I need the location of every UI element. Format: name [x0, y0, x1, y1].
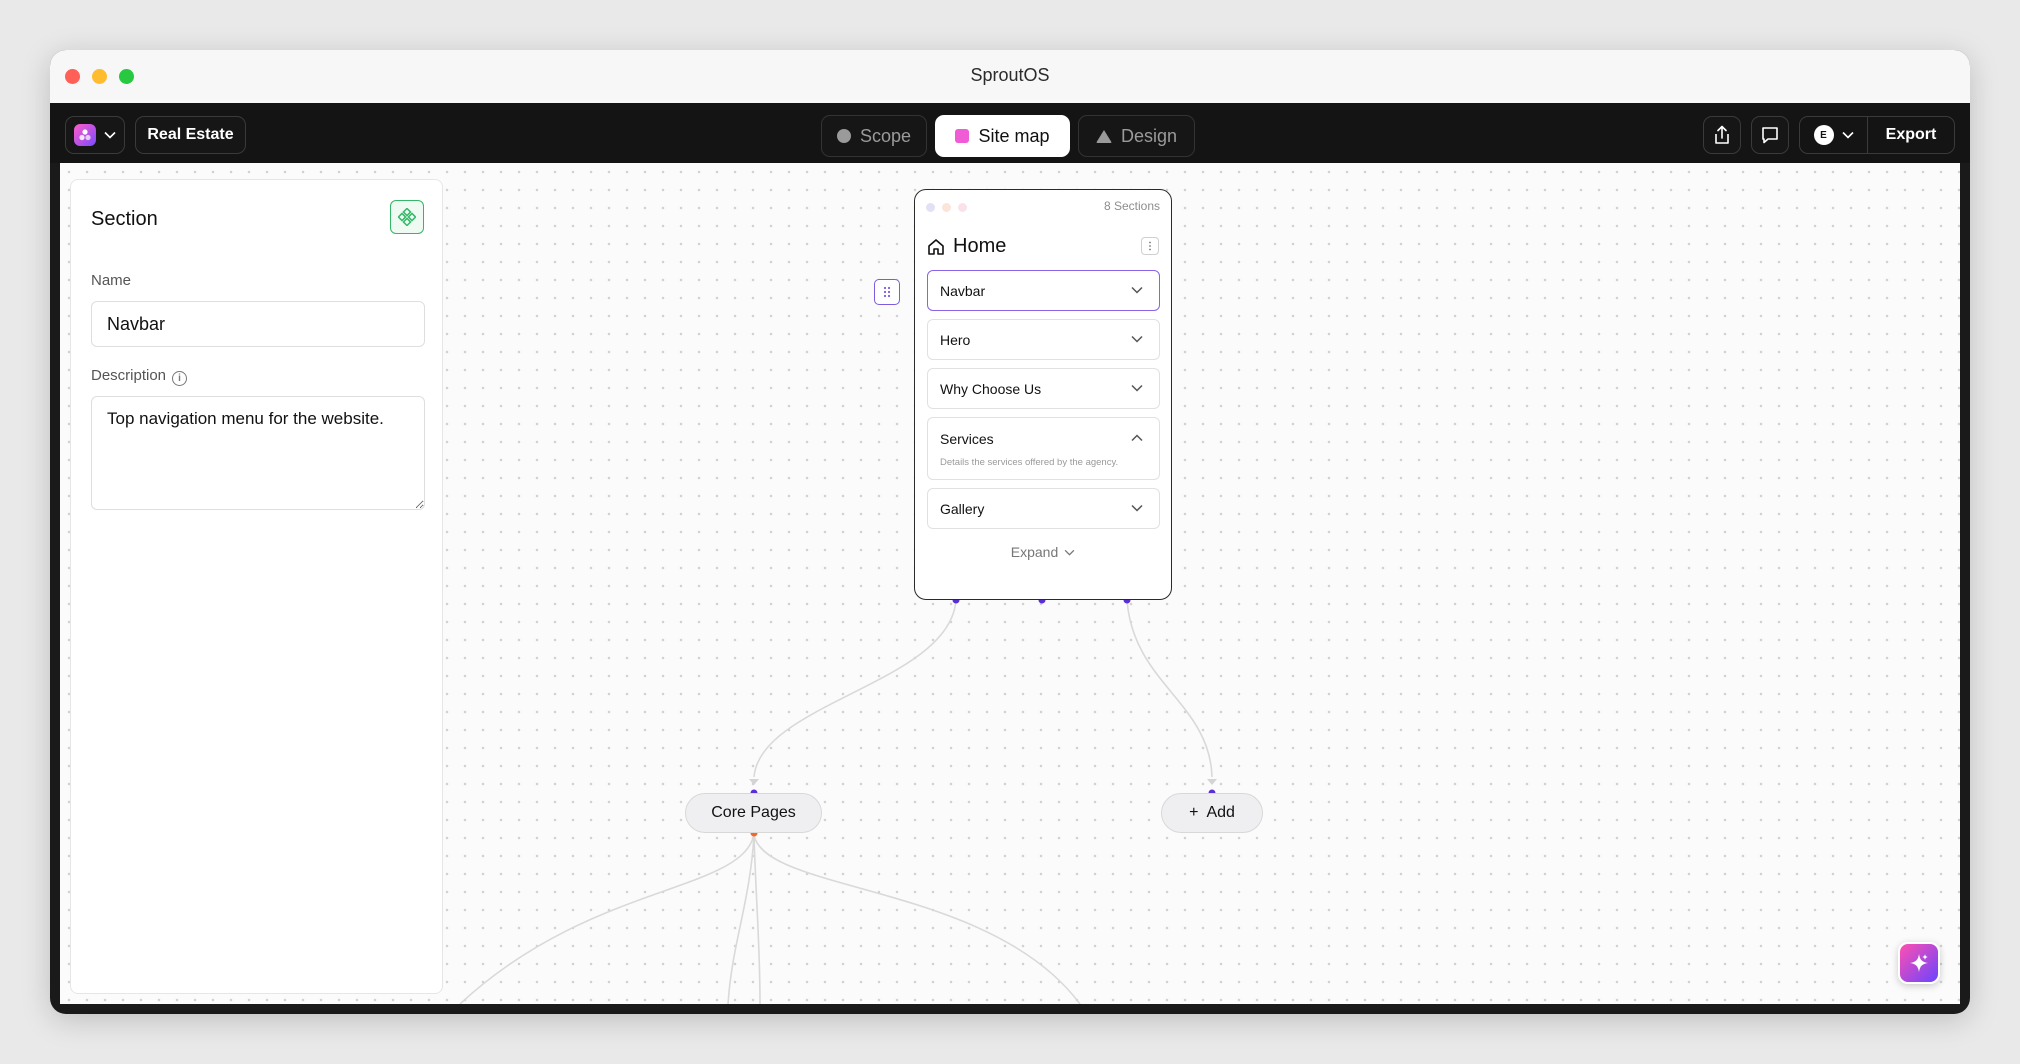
- node-label: Core Pages: [711, 804, 796, 821]
- section-description: Details the services offered by the agen…: [940, 457, 1119, 468]
- share-button[interactable]: [1703, 116, 1741, 154]
- section-properties-panel: Section Name Description i Top navigation…: [70, 179, 443, 994]
- share-icon: [1715, 125, 1729, 144]
- comments-button[interactable]: [1751, 116, 1789, 154]
- connector-home-core: [753, 599, 957, 778]
- arrow-marker: [749, 779, 759, 785]
- name-label: Name: [91, 272, 132, 289]
- circle-icon: [836, 129, 851, 143]
- section-item-services[interactable]: Services Details the services offered by…: [927, 417, 1160, 480]
- arrow-marker: [1207, 779, 1217, 785]
- section-label: Hero: [940, 332, 971, 348]
- tab-label: Scope: [859, 125, 912, 146]
- export-button[interactable]: Export: [1868, 117, 1954, 153]
- chevron-down-icon: [104, 131, 116, 139]
- title-bar: SproutOS: [50, 50, 1970, 104]
- connector-core-child: [727, 834, 755, 1004]
- comment-icon: [1762, 127, 1778, 144]
- section-label: Gallery: [940, 501, 985, 517]
- section-label: Navbar: [940, 283, 986, 299]
- section-label: Why Choose Us: [940, 381, 1042, 397]
- chevron-down-icon[interactable]: [1131, 384, 1143, 392]
- node-label: Add: [1206, 804, 1235, 821]
- connector-core-child: [459, 834, 755, 1004]
- section-item-why-choose-us[interactable]: Why Choose Us: [927, 368, 1160, 409]
- chevron-down-icon[interactable]: [1131, 504, 1143, 512]
- more-vertical-icon: [1149, 241, 1151, 251]
- top-toolbar: Real Estate Scope Site map Design E Expo…: [50, 103, 1970, 163]
- page-title: Home: [953, 235, 1007, 257]
- description-field[interactable]: Top navigation menu for the website.: [91, 396, 425, 510]
- sprout-logo-icon: [74, 124, 96, 146]
- ai-assistant-button[interactable]: [1898, 942, 1940, 984]
- description-label-row: Description i: [91, 367, 188, 386]
- add-node-button[interactable]: + Add: [1161, 793, 1263, 833]
- description-label: Description: [91, 367, 167, 384]
- card-dot: [958, 203, 967, 212]
- section-item-hero[interactable]: Hero: [927, 319, 1160, 360]
- triangle-icon: [1095, 129, 1112, 143]
- page-card-home[interactable]: 8 Sections Home Navbar Hero Why Choose U…: [914, 189, 1172, 600]
- sparkle-icon: [1910, 954, 1928, 972]
- page-options-button[interactable]: [1141, 237, 1159, 255]
- plus-icon: +: [1189, 804, 1199, 821]
- sections-count: 8 Sections: [1103, 199, 1160, 213]
- square-icon: [955, 129, 970, 143]
- card-dot: [942, 203, 951, 212]
- page-title-row: Home: [927, 235, 1006, 258]
- connector-core-child: [753, 834, 1081, 1004]
- expand-label: Expand: [1010, 544, 1059, 560]
- app-window: SproutOS Real Estate Scope Site map Desi…: [50, 50, 1970, 1014]
- chevron-down-icon: [1064, 549, 1075, 556]
- tab-label: Site map: [978, 125, 1050, 146]
- node-core-pages[interactable]: Core Pages: [685, 793, 822, 833]
- component-icon: [398, 208, 416, 226]
- project-name-button[interactable]: Real Estate: [135, 116, 246, 154]
- drag-handle[interactable]: [874, 279, 900, 305]
- chevron-down-icon: [1841, 131, 1854, 139]
- editor-logo-icon: E: [1813, 125, 1834, 145]
- tab-label: Design: [1120, 125, 1178, 146]
- section-label: Services: [940, 431, 994, 447]
- name-field[interactable]: [91, 301, 425, 347]
- card-dot: [926, 203, 935, 212]
- window-title: SproutOS: [970, 65, 1050, 85]
- expand-button[interactable]: Expand: [915, 544, 1171, 560]
- panel-title: Section: [91, 208, 158, 230]
- chevron-down-icon[interactable]: [1131, 335, 1143, 343]
- section-item-gallery[interactable]: Gallery: [927, 488, 1160, 529]
- drag-handle-icon: [883, 286, 891, 298]
- info-icon[interactable]: i: [172, 371, 188, 386]
- site-map-canvas[interactable]: Section Name Description i Top navigation…: [60, 163, 1960, 1004]
- section-component-button[interactable]: [390, 200, 424, 234]
- tab-site-map[interactable]: Site map: [935, 115, 1070, 157]
- workspace-menu-button[interactable]: [65, 116, 125, 154]
- mode-tabs: Scope Site map Design: [821, 115, 1197, 157]
- tab-scope[interactable]: Scope: [821, 115, 927, 157]
- connector-core-child: [753, 834, 761, 1004]
- connector-home-add: [1126, 599, 1213, 778]
- home-icon: [928, 238, 944, 255]
- section-item-navbar[interactable]: Navbar: [927, 270, 1160, 311]
- chevron-down-icon[interactable]: [1131, 286, 1143, 294]
- tab-design[interactable]: Design: [1078, 115, 1195, 157]
- editor-select-button[interactable]: E: [1800, 117, 1868, 153]
- export-group: E Export: [1799, 116, 1955, 154]
- chevron-up-icon[interactable]: [1131, 434, 1143, 442]
